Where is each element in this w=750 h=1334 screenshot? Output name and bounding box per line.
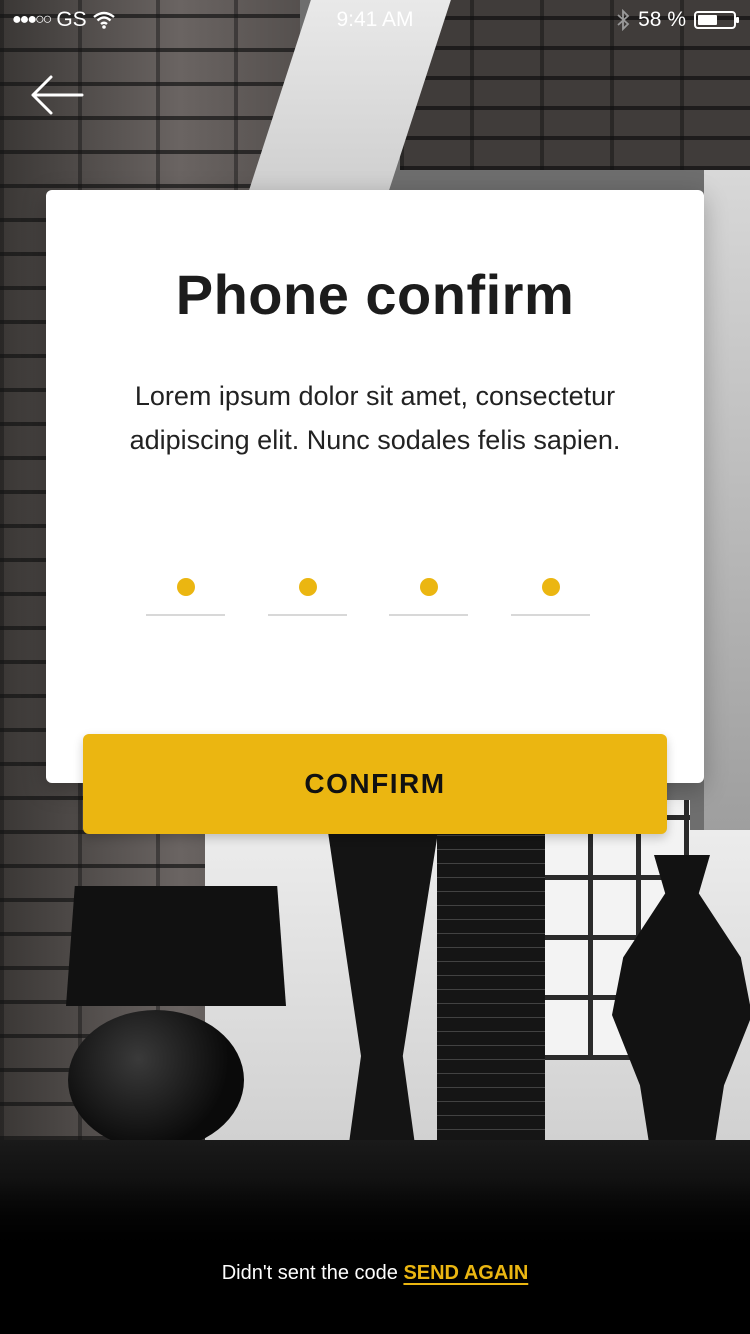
confirm-card: Phone confirm Lorem ipsum dolor sit amet… bbox=[46, 190, 704, 783]
resend-footer: Didn't sent the code SEND AGAIN bbox=[0, 1262, 750, 1285]
code-digit-3[interactable] bbox=[389, 570, 468, 616]
code-digit-dot bbox=[298, 578, 317, 596]
ceiling-right bbox=[704, 170, 750, 870]
status-right: 58 % bbox=[616, 8, 739, 32]
code-digit-dot bbox=[176, 578, 195, 596]
bluetooth-icon bbox=[617, 9, 630, 31]
cylinder-vase bbox=[437, 832, 545, 1172]
code-digit-2[interactable] bbox=[268, 570, 347, 616]
back-button[interactable] bbox=[26, 70, 86, 120]
battery-icon bbox=[694, 11, 739, 29]
battery-percent: 58 % bbox=[638, 8, 686, 31]
back-arrow-icon bbox=[31, 75, 84, 115]
code-digit-dot bbox=[419, 578, 438, 596]
status-bar: ●●●○○ GS 9:41 AM 58 % bbox=[0, 0, 750, 40]
lamp-shade bbox=[66, 886, 286, 1006]
resend-prompt: Didn't sent the code bbox=[221, 1262, 398, 1284]
bottom-gradient bbox=[0, 1180, 750, 1334]
code-digit-1[interactable] bbox=[146, 570, 225, 616]
battery-fill bbox=[698, 15, 717, 25]
lamp-base bbox=[68, 1010, 244, 1150]
code-digit-dot bbox=[541, 578, 560, 596]
description-text: Lorem ipsum dolor sit amet, consectetur … bbox=[129, 381, 621, 455]
confirm-button[interactable]: CONFIRM bbox=[83, 734, 667, 834]
code-digit-4[interactable] bbox=[511, 570, 590, 616]
page-title: Phone confirm bbox=[175, 263, 575, 326]
send-again-link[interactable]: SEND AGAIN bbox=[403, 1262, 528, 1284]
code-input bbox=[146, 570, 590, 620]
